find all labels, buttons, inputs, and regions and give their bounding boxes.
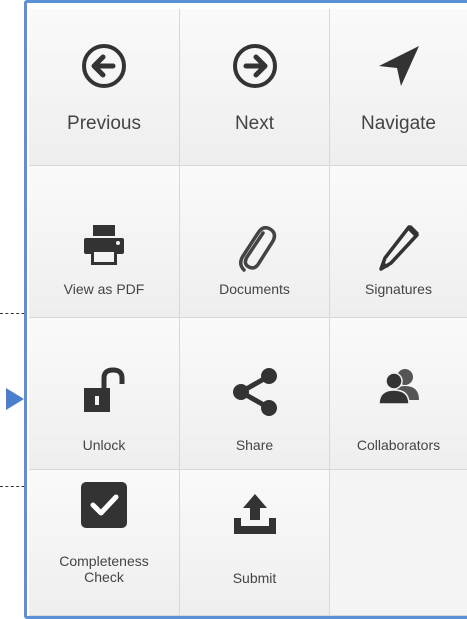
submit-button[interactable]: Submit	[180, 470, 330, 616]
navigate-label: Navigate	[361, 113, 436, 134]
share-button[interactable]: Share	[180, 318, 330, 470]
previous-label: Previous	[67, 113, 141, 134]
action-toolbar-panel: Previous Next Navigate View as PDF Docum…	[24, 0, 467, 619]
upload-tray-icon	[233, 494, 276, 534]
documents-label: Documents	[219, 281, 290, 297]
documents-button[interactable]: Documents	[180, 166, 330, 318]
location-arrow-icon	[378, 46, 419, 86]
next-button[interactable]: Next	[180, 9, 330, 166]
empty-cell	[330, 470, 467, 616]
users-icon	[377, 369, 419, 405]
share-icon	[232, 368, 277, 416]
collaborators-label: Collaborators	[356, 437, 441, 453]
submit-label: Submit	[232, 570, 277, 586]
completeness-label-line2: Check	[84, 569, 124, 585]
view-as-pdf-label: View as PDF	[63, 281, 145, 297]
previous-button[interactable]: Previous	[29, 9, 180, 166]
view-as-pdf-button[interactable]: View as PDF	[29, 166, 180, 318]
unlock-icon	[84, 367, 125, 412]
completeness-check-button[interactable]: Completeness Check	[29, 470, 180, 616]
signatures-button[interactable]: Signatures	[330, 166, 467, 318]
completeness-check-label: Completeness Check	[29, 553, 179, 585]
paperclip-icon	[238, 225, 276, 272]
annotation-arrow-icon	[6, 388, 24, 410]
pencil-icon	[378, 225, 419, 271]
printer-icon	[84, 225, 124, 265]
arrow-right-circle-icon	[232, 44, 277, 88]
next-label: Next	[234, 113, 275, 134]
action-grid: Previous Next Navigate View as PDF Docum…	[29, 9, 467, 616]
unlock-button[interactable]: Unlock	[29, 318, 180, 470]
navigate-button[interactable]: Navigate	[330, 9, 467, 166]
unlock-label: Unlock	[82, 437, 126, 453]
signatures-label: Signatures	[365, 281, 432, 297]
completeness-label-line1: Completeness	[59, 553, 149, 569]
check-square-icon	[81, 482, 127, 528]
share-label: Share	[235, 437, 274, 453]
arrow-left-circle-icon	[82, 44, 126, 88]
collaborators-button[interactable]: Collaborators	[330, 318, 467, 470]
